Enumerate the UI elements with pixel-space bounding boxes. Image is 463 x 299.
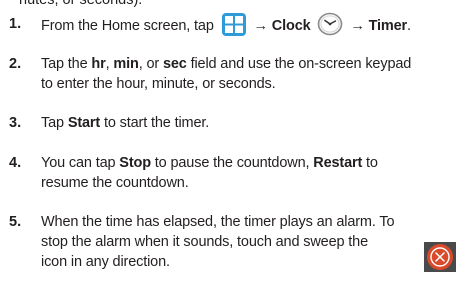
period: . [407,17,411,34]
arrow-glyph: → [253,17,269,34]
step-text-segment: to start the timer. [100,115,210,131]
step-number: 4. [9,155,22,171]
stop-alarm-icon [424,242,456,272]
step-text-segment: to [362,155,378,171]
apps-grid-icon [221,12,246,36]
timer-label: Timer [368,17,408,34]
step-text-line: icon in any direction. [41,254,170,270]
step-text-line: to enter the hour, minute, or seconds. [41,76,276,92]
step-number: 5. [9,214,22,230]
hr-label: hr [91,56,106,72]
arrow-glyph: → [350,17,365,34]
clock-icon [317,12,343,36]
sec-label: sec [162,56,187,72]
step-text: You can tap Stop to pause the countdown,… [41,153,459,193]
step-text-segment: You can tap [41,155,120,171]
step-text-line: resume the countdown. [41,175,189,191]
stop-label: Stop [119,155,151,171]
step-text: Tap Start to start the timer. [41,113,459,133]
step-text: When the time has elapsed, the timer pla… [41,212,459,272]
step-text-segment: Tap the [41,56,92,72]
step-text: Tap the hr, min, or sec field and use th… [41,54,459,94]
step-number: 2. [9,56,22,72]
step-number: 1. [9,16,22,32]
min-label: min [113,56,139,72]
clock-label: Clock [271,17,311,34]
step-text-segment: From the Home screen, tap [41,17,214,34]
previous-text-fragment: nutes, or seconds). [19,0,143,8]
step-text-line: stop the alarm when it sounds, touch and… [41,234,369,250]
step-text: From the Home screen, tap → Clock → Time… [41,12,459,36]
restart-label: Restart [313,155,363,171]
step-text-segment: , or [138,56,163,72]
manual-page: nutes, or seconds). 1. From the Home scr… [0,0,463,299]
step-text-segment: field and use the on-screen keypad [186,56,412,72]
step-text-segment: to pause the countdown, [150,155,314,171]
step-number: 3. [9,115,22,131]
start-label: Start [67,115,101,131]
step-text-line: When the time has elapsed, the timer pla… [41,214,395,230]
step-text-segment: Tap [41,115,68,131]
